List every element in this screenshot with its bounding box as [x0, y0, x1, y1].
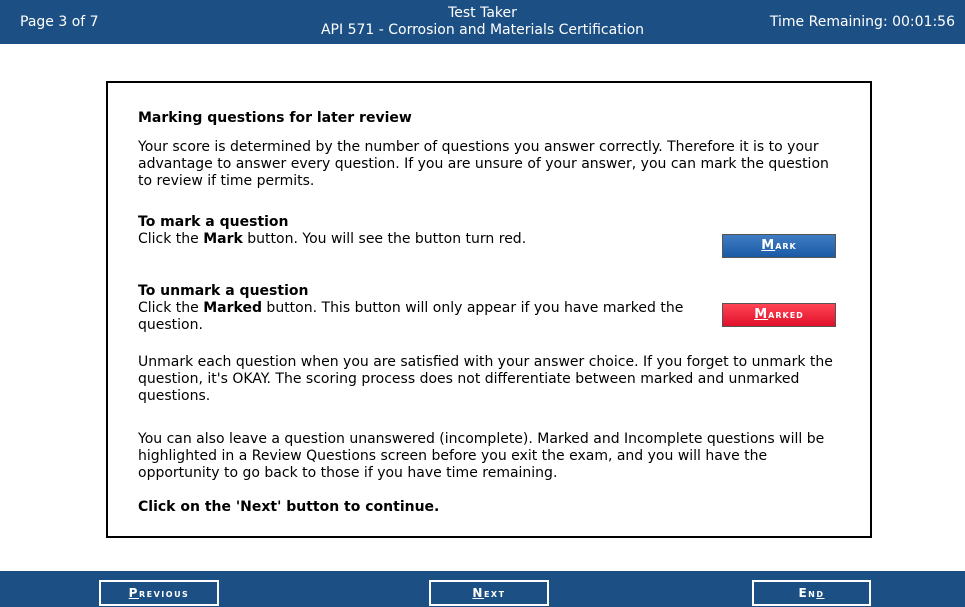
previous-button[interactable]: Previous — [99, 580, 219, 606]
next-button[interactable]: Next — [429, 580, 549, 606]
mark-text-post: button. You will see the button turn red… — [242, 231, 527, 247]
instructions-panel: Marking questions for later review Your … — [106, 81, 872, 538]
mark-section-text: Click the Mark button. You will see the … — [138, 231, 526, 248]
mark-button-first: M — [761, 238, 776, 253]
mark-text-bold: Mark — [203, 231, 243, 247]
mark-button-rest: ark — [775, 239, 797, 252]
incomplete-paragraph: You can also leave a question unanswered… — [138, 431, 825, 481]
intro-paragraph: Your score is determined by the number o… — [138, 139, 829, 189]
time-remaining: Time Remaining: 00:01:56 — [769, 14, 955, 30]
end-button[interactable]: End — [752, 580, 871, 606]
footer-bar: Previous Next End — [0, 571, 965, 607]
continue-instruction: Click on the 'Next' button to continue. — [138, 499, 440, 515]
unmark-section-title: To unmark a question — [138, 283, 309, 299]
header-bar: Page 3 of 7 Test Taker API 571 - Corrosi… — [0, 0, 965, 44]
exam-title: API 571 - Corrosion and Materials Certif… — [320, 22, 645, 38]
instructions-heading: Marking questions for later review — [138, 110, 412, 126]
mark-demo-button: Mark — [722, 234, 836, 258]
user-name: Test Taker — [448, 5, 517, 21]
end-pre: En — [798, 586, 817, 600]
next-rest: ext — [483, 586, 506, 600]
unmark-text-bold: Marked — [203, 300, 262, 316]
marked-button-rest: arked — [768, 308, 804, 321]
mark-text-pre: Click the — [138, 231, 204, 247]
marked-demo-button: Marked — [722, 303, 836, 327]
next-first: N — [472, 586, 484, 600]
mark-section-title: To mark a question — [138, 214, 289, 230]
unmark-section-text: Click the Marked button. This button wil… — [138, 300, 698, 334]
unmark-text-pre: Click the — [138, 300, 204, 316]
previous-rest: revious — [138, 586, 190, 600]
header-center: Test Taker API 571 - Corrosion and Mater… — [280, 5, 685, 39]
previous-first: P — [128, 586, 139, 600]
end-underlined: d — [816, 586, 825, 600]
page-indicator: Page 3 of 7 — [20, 14, 99, 30]
unmark-paragraph: Unmark each question when you are satisf… — [138, 354, 833, 404]
marked-button-first: M — [754, 307, 769, 322]
